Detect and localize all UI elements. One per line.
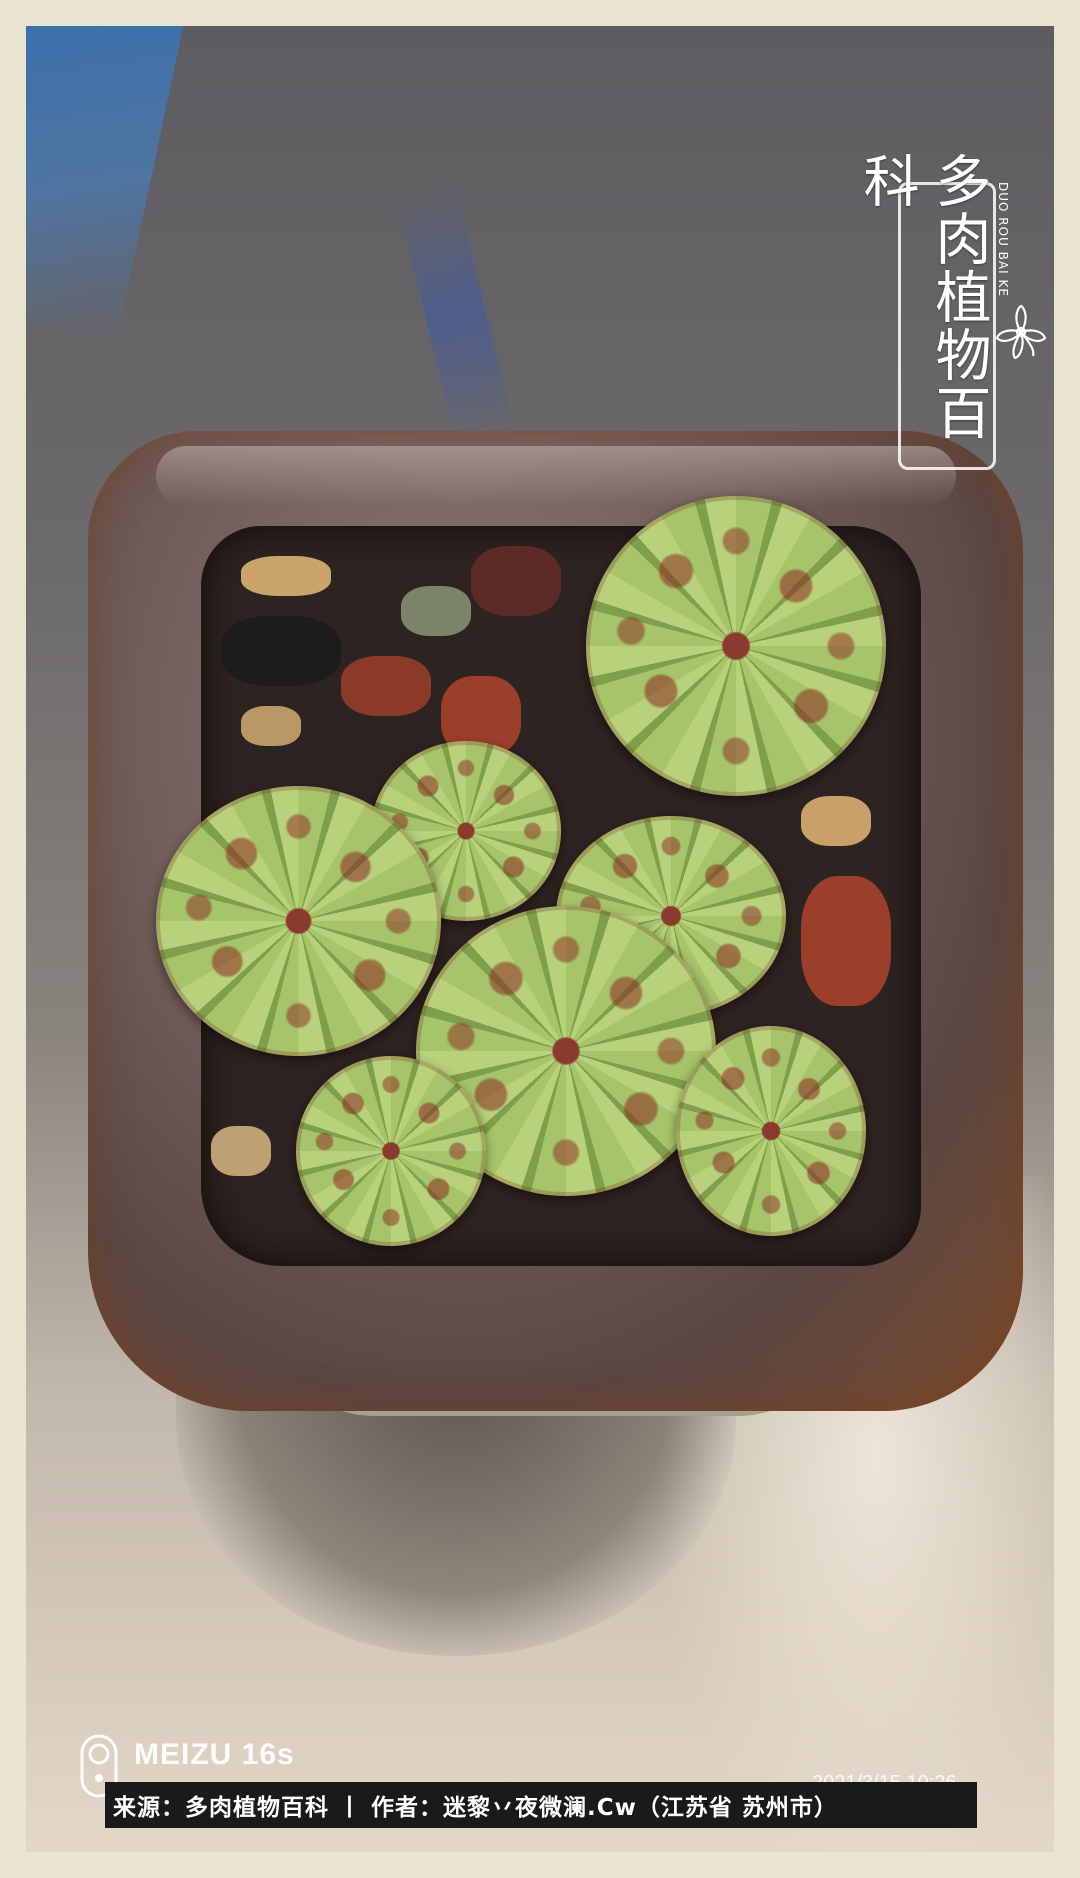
succulent-rosette <box>586 496 886 796</box>
soil-pebble <box>401 586 471 636</box>
soil-pebble <box>241 556 331 596</box>
brand-logo: 多肉植物百科 DUO ROU BAI KE <box>854 152 1048 482</box>
caption-bar: 来源：多肉植物百科 丨 作者：迷黎丷夜微澜.Cw（江苏省 苏州市） <box>105 1782 977 1828</box>
pot-rim-highlight <box>156 446 956 506</box>
soil-pebble <box>211 1126 271 1176</box>
succulent-rosette <box>156 786 441 1056</box>
logo-text: 多肉植物百科 <box>854 152 991 442</box>
soil-pebble <box>801 796 871 846</box>
caption-text: 来源：多肉植物百科 丨 作者：迷黎丷夜微澜.Cw（江苏省 苏州市） <box>113 1795 838 1821</box>
logo-pinyin: DUO ROU BAI KE <box>996 182 1010 297</box>
soil-pebble <box>471 546 561 616</box>
succulent-rosette <box>676 1026 866 1236</box>
background-blue-cloth <box>26 26 192 340</box>
photo-frame: 多肉植物百科 DUO ROU BAI KE MEIZU 16s 2021/3/1… <box>0 0 1080 1878</box>
soil-pebble <box>801 876 891 1006</box>
background-blue-streak <box>395 182 517 450</box>
succulent-photo: 多肉植物百科 DUO ROU BAI KE <box>26 26 1054 1852</box>
soil-pebble <box>341 656 431 716</box>
soil-pebble <box>241 706 301 746</box>
camera-brand: MEIZU 16s <box>134 1738 295 1771</box>
succulent-rosette <box>296 1056 486 1246</box>
flower-icon <box>995 304 1047 360</box>
soil-pebble <box>221 616 341 686</box>
